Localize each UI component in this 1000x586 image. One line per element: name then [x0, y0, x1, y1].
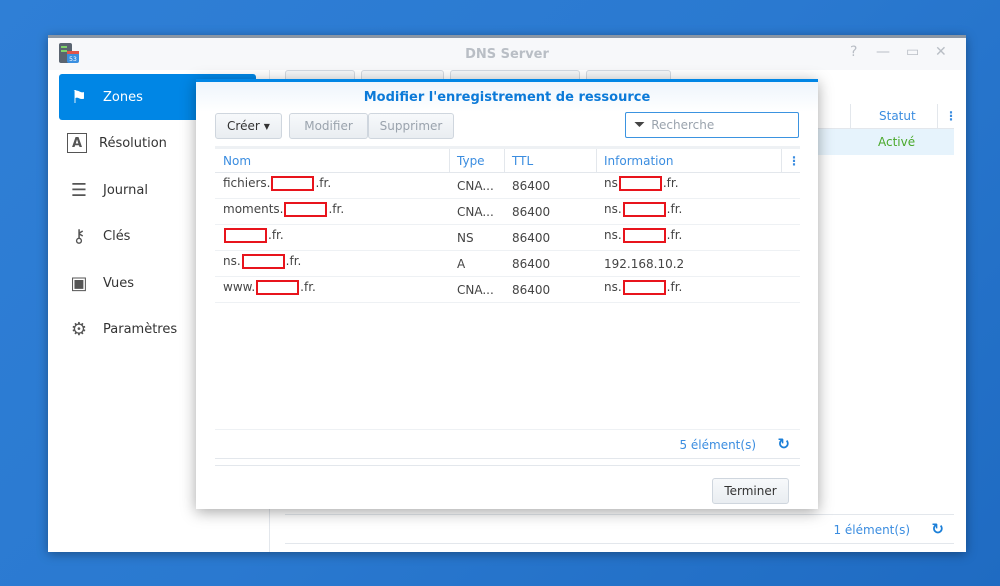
- search-input[interactable]: ⏷ Recherche: [625, 112, 799, 138]
- record-ttl: 86400: [512, 179, 551, 193]
- status-column-header[interactable]: Statut: [879, 109, 916, 123]
- edit-resource-record-dialog: Modifier l'enregistrement de ressource C…: [196, 79, 818, 509]
- element-count: 1 élément(s): [833, 523, 910, 537]
- info-suffix: .fr.: [666, 280, 683, 294]
- help-icon[interactable]: ?: [850, 44, 857, 60]
- column-menu-icon[interactable]: ⋮: [945, 109, 957, 123]
- column-header-ttl[interactable]: TTL: [512, 154, 533, 168]
- name-prefix: moments.: [223, 202, 284, 216]
- record-ttl: 86400: [512, 205, 551, 219]
- redaction-box: [622, 280, 666, 295]
- name-suffix: .fr.: [315, 176, 332, 190]
- delete-button[interactable]: Supprimer: [368, 113, 454, 139]
- records-table: Nom Type TTL Information ⋮ fichiers. .fr.…: [215, 146, 800, 303]
- info-prefix: ns.: [604, 228, 622, 242]
- table-row[interactable]: moments. .fr. CNA... 86400 ns. .fr.: [215, 199, 800, 225]
- record-name: www. .fr.: [223, 280, 316, 295]
- info-suffix: .fr.: [666, 202, 683, 216]
- status-value: Activé: [878, 135, 916, 149]
- column-header-name[interactable]: Nom: [223, 154, 251, 168]
- record-name: fichiers. .fr.: [223, 176, 331, 191]
- column-menu-icon[interactable]: ⋮: [788, 154, 800, 168]
- redaction-box: [271, 176, 315, 191]
- records-table-header: Nom Type TTL Information ⋮: [215, 146, 800, 173]
- sidebar-item-label: Vues: [103, 275, 135, 291]
- record-name: moments. .fr.: [223, 202, 344, 217]
- record-information: ns. .fr.: [604, 202, 682, 217]
- info-prefix: ns.: [604, 202, 622, 216]
- filter-icon: ⏷: [634, 117, 646, 133]
- redaction-box: [618, 176, 662, 191]
- name-suffix: .fr.: [300, 280, 316, 294]
- record-information: 192.168.10.2: [604, 257, 684, 271]
- name-suffix: .fr.: [285, 254, 302, 268]
- dialog-title: Modifier l'enregistrement de ressource: [196, 82, 818, 112]
- title-bar: 53 DNS Server ? — ▭ ✕: [48, 38, 966, 70]
- record-ttl: 86400: [512, 231, 551, 245]
- name-suffix: .fr.: [328, 202, 345, 216]
- maximize-button[interactable]: ▭: [906, 44, 919, 60]
- redaction-box: [241, 254, 285, 269]
- column-header-type[interactable]: Type: [457, 154, 485, 168]
- flag-icon: ⚑: [70, 86, 88, 108]
- resolution-icon: A: [67, 133, 87, 153]
- name-prefix: fichiers.: [223, 176, 271, 190]
- sidebar-item-label: Clés: [103, 228, 131, 244]
- name-prefix: www.: [223, 280, 256, 294]
- name-suffix: .fr.: [268, 228, 284, 242]
- redaction-box: [622, 202, 666, 217]
- close-button[interactable]: ✕: [935, 44, 947, 60]
- sidebar-item-label: Résolution: [99, 135, 167, 151]
- redaction-box: [224, 228, 267, 243]
- record-information: ns. .fr.: [604, 228, 682, 243]
- record-type: A: [457, 257, 466, 271]
- record-name: ns. .fr.: [223, 254, 301, 269]
- log-icon: ☰: [70, 179, 88, 201]
- zones-table-footer: 1 élément(s) ↻: [285, 514, 954, 544]
- search-placeholder: Recherche: [651, 118, 715, 132]
- element-count: 5 élément(s): [679, 438, 756, 452]
- key-icon: ⚷: [72, 225, 86, 247]
- window-title: DNS Server: [465, 47, 549, 62]
- views-icon: ▣: [70, 272, 88, 294]
- name-prefix: ns.: [223, 254, 241, 268]
- record-ttl: 86400: [512, 257, 551, 271]
- info-prefix: ns.: [604, 280, 622, 294]
- sidebar-item-label: Paramètres: [103, 321, 178, 337]
- record-type: NS: [457, 231, 474, 245]
- info-suffix: .fr.: [666, 228, 683, 242]
- table-row[interactable]: www. .fr. CNA... 86400 ns. .fr.: [215, 277, 800, 303]
- record-information: ns. .fr.: [604, 280, 682, 295]
- info-prefix: 192.168.10.2: [604, 257, 685, 271]
- table-row[interactable]: ns. .fr. A 86400 192.168.10.2: [215, 251, 800, 277]
- sidebar-item-label: Zones: [103, 89, 143, 105]
- record-type: CNA...: [457, 283, 494, 297]
- record-type: CNA...: [457, 179, 494, 193]
- gear-icon: ⚙: [70, 318, 88, 340]
- redaction-box: [256, 280, 300, 295]
- info-prefix: ns: [604, 176, 618, 190]
- minimize-button[interactable]: —: [876, 44, 890, 60]
- create-dropdown-button[interactable]: Créer ▼: [215, 113, 282, 139]
- record-ttl: 86400: [512, 283, 551, 297]
- table-row[interactable]: fichiers. .fr. CNA... 86400 ns .fr.: [215, 173, 800, 199]
- table-row[interactable]: .fr. NS 86400 ns. .fr.: [215, 225, 800, 251]
- sidebar-item-label: Journal: [103, 182, 148, 198]
- info-suffix: .fr.: [662, 176, 679, 190]
- modify-button[interactable]: Modifier: [289, 113, 368, 139]
- record-name: .fr.: [223, 228, 284, 243]
- redaction-box: [622, 228, 666, 243]
- caret-down-icon: ▼: [263, 121, 270, 131]
- column-header-information[interactable]: Information: [604, 154, 673, 168]
- refresh-icon[interactable]: ↻: [777, 435, 790, 453]
- create-label: Créer: [227, 119, 260, 133]
- finish-button[interactable]: Terminer: [712, 478, 789, 504]
- refresh-icon[interactable]: ↻: [931, 520, 944, 538]
- record-type: CNA...: [457, 205, 494, 219]
- redaction-box: [284, 202, 328, 217]
- records-table-footer: 5 élément(s) ↻: [215, 429, 800, 459]
- record-information: ns .fr.: [604, 176, 679, 191]
